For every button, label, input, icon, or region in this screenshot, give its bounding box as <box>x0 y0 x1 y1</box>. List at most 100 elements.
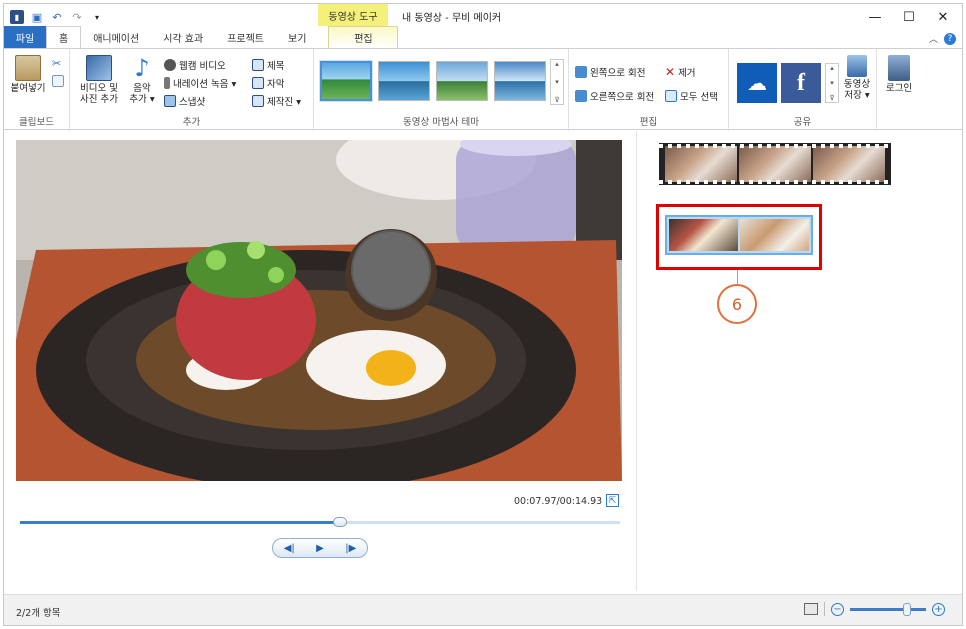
webcam-label: 웹캠 비디오 <box>179 61 226 72</box>
onedrive-icon[interactable]: ☁ <box>737 63 777 103</box>
selected-clip[interactable] <box>665 215 813 255</box>
zoom-in-icon[interactable]: + <box>932 602 945 616</box>
play-icon[interactable]: ▶ <box>316 543 324 554</box>
film-photo-icon <box>86 55 112 81</box>
theme-thumbnail[interactable] <box>378 61 430 101</box>
tab-animation[interactable]: 애니메이션 <box>81 26 151 48</box>
zoom-slider[interactable] <box>850 602 926 616</box>
music-note-icon: ♪ <box>134 54 150 82</box>
clipboard-group-label: 클립보드 <box>19 117 54 128</box>
select-all-button[interactable]: 모두 선택 <box>665 89 718 103</box>
rotate-right-label: 오른쪽으로 회전 <box>590 92 655 103</box>
copy-icon[interactable] <box>52 75 64 87</box>
theme-thumbnail[interactable] <box>320 61 372 101</box>
rotate-right-icon <box>575 90 587 102</box>
webcam-video-button[interactable]: 웹캠 비디오 <box>164 58 226 72</box>
remove-label: 제거 <box>678 68 696 79</box>
scroll-up-icon[interactable]: ▴ <box>830 64 834 72</box>
facebook-icon[interactable]: f <box>781 63 821 103</box>
zoom-out-icon[interactable]: − <box>831 602 844 616</box>
credits-icon <box>252 95 264 107</box>
quick-access-toolbar: ▮ ▣ ↶ ↷ ▾ <box>10 10 104 24</box>
gallery-more-icon[interactable]: ⊽ <box>829 94 834 102</box>
select-all-icon <box>665 90 677 102</box>
tab-visual-effects[interactable]: 시각 효과 <box>151 26 215 48</box>
signin-label: 로그인 <box>885 83 913 94</box>
save-icon[interactable]: ▣ <box>30 10 44 24</box>
redo-icon[interactable]: ↷ <box>70 10 84 24</box>
remove-button[interactable]: ✕ 제거 <box>665 65 696 79</box>
video-preview[interactable] <box>16 140 622 481</box>
add-group-label: 추가 <box>182 117 201 128</box>
rotate-left-button[interactable]: 왼쪽으로 회전 <box>575 65 645 79</box>
callout-number: 6 <box>717 284 757 324</box>
snapshot-label: 스냅샷 <box>179 97 206 108</box>
storyboard-pane: 6 <box>637 131 962 591</box>
save-movie-label: 동영상 저장 ▾ <box>843 79 871 101</box>
caption-label: 자막 <box>267 79 285 90</box>
previous-frame-icon[interactable]: ◀| <box>284 543 295 554</box>
collapse-ribbon-icon[interactable]: ︿ <box>929 32 938 45</box>
fullscreen-icon[interactable]: ⇱ <box>606 494 619 507</box>
ribbon-tabs: 파일 홈 애니메이션 시각 효과 프로젝트 보기 편집 <box>4 26 962 48</box>
preview-pane: 00:07.97/00:14.93 ⇱ ◀| ▶ |▶ <box>4 131 636 591</box>
undo-icon[interactable]: ↶ <box>50 10 64 24</box>
tab-file[interactable]: 파일 <box>4 26 46 48</box>
scroll-up-icon[interactable]: ▴ <box>555 60 559 68</box>
tab-home[interactable]: 홈 <box>46 26 82 48</box>
food-photo <box>16 140 622 481</box>
help-icon[interactable]: ? <box>944 32 956 45</box>
record-narration-button[interactable]: 내레이션 녹음 ▾ <box>164 76 236 90</box>
share-gallery-scroll[interactable]: ▴ ▾ ⊽ <box>825 63 839 103</box>
webcam-icon <box>164 59 176 71</box>
status-divider <box>824 602 825 616</box>
theme-gallery-scroll[interactable]: ▴ ▾ ⊽ <box>550 59 564 105</box>
share-group: ☁ f ▴ ▾ ⊽ 동영상 저장 ▾ 공유 <box>729 49 877 131</box>
scroll-down-icon[interactable]: ▾ <box>555 78 559 86</box>
gallery-more-icon[interactable]: ⊽ <box>554 96 559 104</box>
item-count: 2/2개 항목 <box>16 608 61 619</box>
clip-filmstrip[interactable] <box>659 143 891 185</box>
caption-button[interactable]: 자막 <box>252 76 284 90</box>
status-bar: 2/2개 항목 − + <box>4 594 962 625</box>
save-movie-button[interactable]: 동영상 저장 ▾ <box>839 55 875 101</box>
rotate-right-button[interactable]: 오른쪽으로 회전 <box>575 89 654 103</box>
title-button[interactable]: 제목 <box>252 58 284 72</box>
thumbnail-size-icon[interactable] <box>804 603 818 615</box>
minimize-button[interactable]: — <box>858 6 892 28</box>
close-button[interactable]: ✕ <box>926 6 960 28</box>
add-group: 비디오 및 사진 추가 ♪ 음악 추가 ▾ 웹캠 비디오 내레이션 녹음 ▾ 스… <box>70 49 314 131</box>
signin-button[interactable]: 로그인 <box>881 55 917 94</box>
scroll-down-icon[interactable]: ▾ <box>830 79 834 87</box>
signin-group: 로그인 <box>877 49 917 131</box>
add-music-button[interactable]: ♪ 음악 추가 ▾ <box>124 55 160 105</box>
theme-thumbnail[interactable] <box>436 61 488 101</box>
seek-bar[interactable] <box>20 517 620 527</box>
ribbon: 붙여넣기 ✂ 클립보드 비디오 및 사진 추가 ♪ 음악 추가 ▾ 웹캠 비디오… <box>4 48 962 131</box>
snapshot-icon <box>164 95 176 107</box>
tab-edit[interactable]: 편집 <box>328 26 399 48</box>
app-icon[interactable]: ▮ <box>10 10 24 24</box>
microphone-icon <box>164 77 170 89</box>
paste-label: 붙여넣기 <box>10 83 46 94</box>
maximize-button[interactable]: ☐ <box>892 6 926 28</box>
tab-project[interactable]: 프로젝트 <box>215 26 276 48</box>
zoom-thumb[interactable] <box>903 602 911 616</box>
theme-thumbnail[interactable] <box>494 61 546 101</box>
tab-view[interactable]: 보기 <box>276 26 318 48</box>
add-video-photo-button[interactable]: 비디오 및 사진 추가 <box>76 55 122 105</box>
user-account-icon <box>888 55 910 81</box>
paste-button[interactable]: 붙여넣기 <box>8 55 48 94</box>
rotate-left-label: 왼쪽으로 회전 <box>590 68 646 79</box>
share-group-label: 공유 <box>793 117 812 128</box>
next-frame-icon[interactable]: |▶ <box>345 543 356 554</box>
seek-thumb[interactable] <box>333 517 348 527</box>
credits-button[interactable]: 제작진 ▾ <box>252 94 301 108</box>
cut-icon[interactable]: ✂ <box>52 57 64 70</box>
window-title: 내 동영상 - 무비 메이커 <box>402 13 502 24</box>
seek-progress <box>20 521 341 524</box>
add-video-photo-label: 비디오 및 사진 추가 <box>80 83 118 105</box>
snapshot-button[interactable]: 스냅샷 <box>164 94 205 108</box>
callout-line <box>737 270 738 284</box>
customize-toolbar-icon[interactable]: ▾ <box>90 10 104 24</box>
